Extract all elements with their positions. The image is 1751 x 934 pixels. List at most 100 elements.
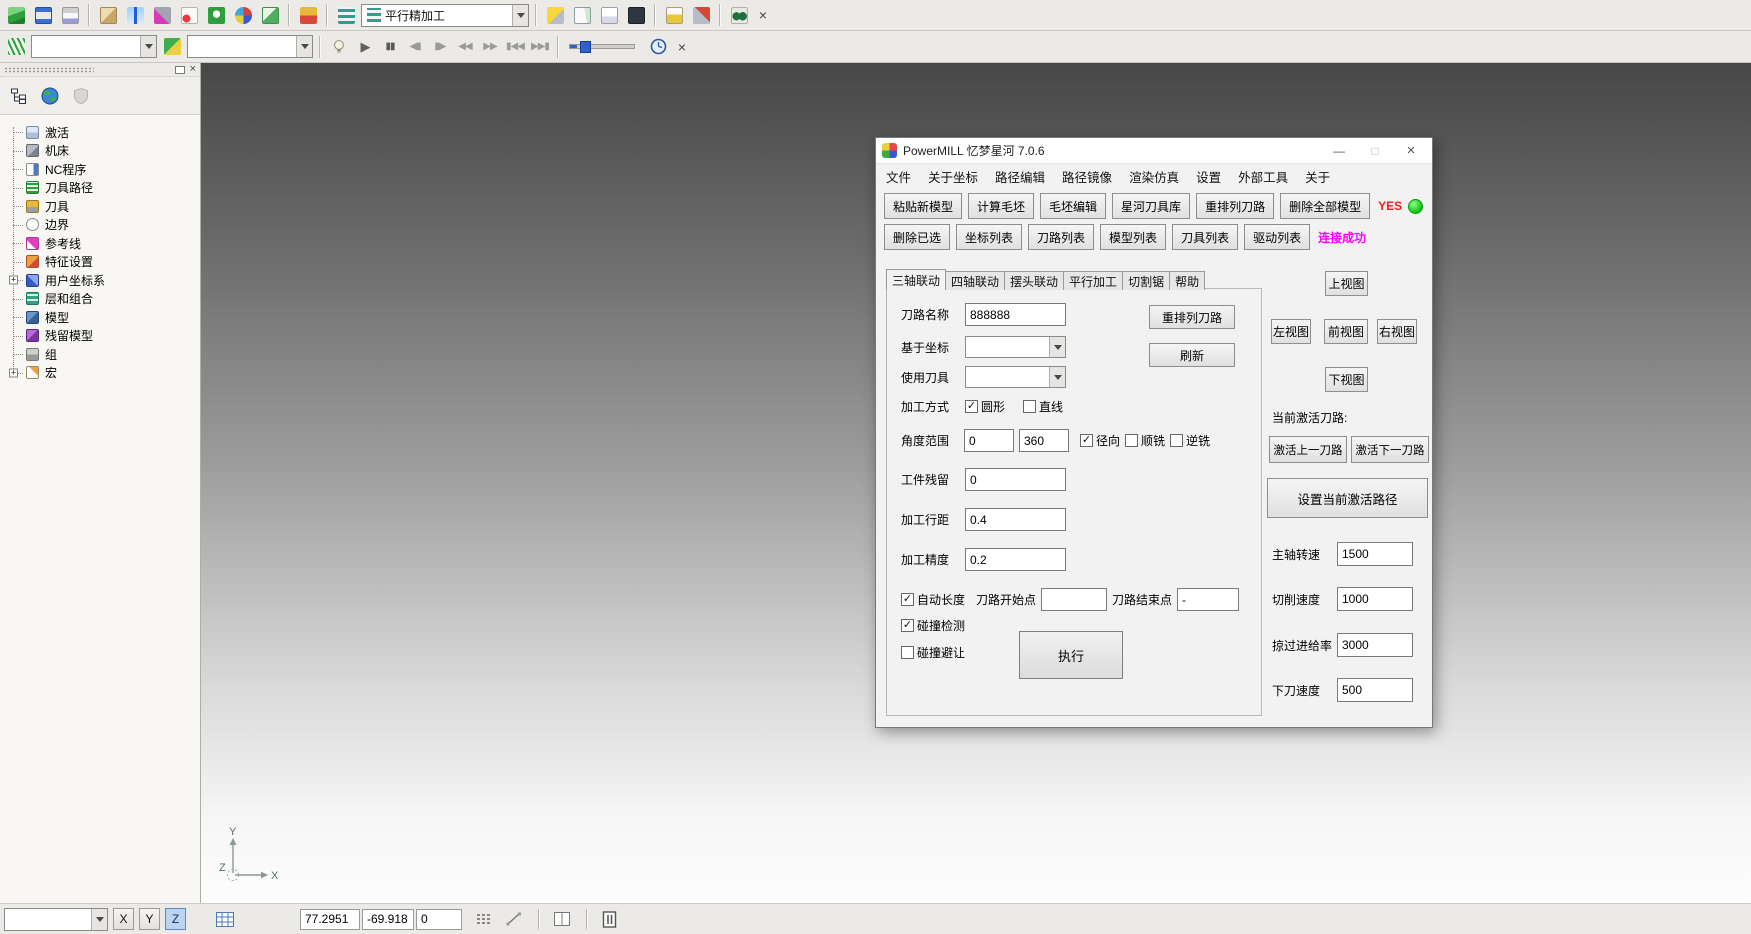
menu-about[interactable]: 关于 [1305, 167, 1330, 186]
tree-item-stock-models[interactable]: 残留模型 [0, 327, 200, 346]
monitor-icon[interactable] [602, 911, 617, 928]
tree-item-nc-programs[interactable]: NC程序 [0, 160, 200, 179]
delete-all-models-button[interactable]: 删除全部模型 [1280, 193, 1370, 219]
tree-item-tools[interactable]: 刀具 [0, 197, 200, 216]
status-dropdown[interactable] [4, 908, 108, 931]
line-checkbox[interactable] [1023, 400, 1036, 413]
clock-icon[interactable] [646, 35, 670, 59]
step-forward-button[interactable]: ▮▶ [429, 36, 451, 58]
rewind-button[interactable]: ◀◀ [454, 36, 476, 58]
radial-checkbox[interactable]: ✓ [1080, 434, 1093, 447]
tree-item-toolpaths[interactable]: 刀具路径 [0, 179, 200, 198]
base-coord-dropdown[interactable] [965, 336, 1066, 358]
slider-handle[interactable] [580, 41, 591, 53]
tree-item-models[interactable]: 模型 [0, 308, 200, 327]
simulation-speed-slider[interactable] [569, 44, 635, 49]
compass-icon[interactable] [231, 3, 255, 27]
plunge-speed-input[interactable] [1337, 678, 1413, 702]
activate-next-button[interactable]: 激活下一刀路 [1351, 436, 1429, 463]
toolpath-list-button[interactable]: 刀路列表 [1028, 224, 1094, 250]
axis-z-button[interactable]: Z [165, 908, 186, 930]
tolerance-input[interactable] [965, 548, 1066, 571]
calc-stock-button[interactable]: 计算毛坯 [968, 193, 1034, 219]
chevron-down-icon[interactable] [296, 36, 312, 57]
binoculars-icon[interactable] [727, 3, 751, 27]
model-list-button[interactable]: 模型列表 [1100, 224, 1166, 250]
tool-yellow-icon[interactable] [543, 3, 567, 27]
coord-x-field[interactable]: 77.2951 [300, 909, 360, 930]
toolpath-wave-icon[interactable] [4, 35, 28, 59]
go-to-start-button[interactable]: ▮◀◀ [504, 36, 526, 58]
menu-settings[interactable]: 设置 [1196, 167, 1221, 186]
chevron-down-icon[interactable] [140, 36, 156, 57]
toolpath-icon[interactable] [334, 3, 358, 27]
step-back-button[interactable]: ◀▮ [404, 36, 426, 58]
form-icon[interactable] [597, 3, 621, 27]
tree-item-macros[interactable]: +宏 [0, 364, 200, 383]
conventional-checkbox[interactable] [1170, 434, 1183, 447]
drag-grip[interactable] [4, 67, 94, 73]
end-point-input[interactable] [1177, 588, 1239, 611]
collision-check-checkbox[interactable]: ✓ [901, 619, 914, 632]
tab-parallel[interactable]: 平行加工 [1063, 271, 1123, 290]
chevron-down-icon[interactable] [1049, 337, 1065, 357]
tab-saw[interactable]: 切割锯 [1122, 271, 1170, 290]
collision-avoid-checkbox[interactable] [901, 646, 914, 659]
maximize-button[interactable]: □ [1360, 144, 1390, 158]
tree-item-activate[interactable]: 激活 [0, 123, 200, 142]
tool-magenta-icon[interactable] [150, 3, 174, 27]
tab-4axis[interactable]: 四轴联动 [945, 271, 1005, 290]
view-top-button[interactable]: 上视图 [1325, 271, 1368, 296]
calculator-icon[interactable] [624, 3, 648, 27]
layers-icon[interactable] [4, 3, 28, 27]
view-front-button[interactable]: 前视图 [1324, 319, 1368, 344]
tab-3axis[interactable]: 三轴联动 [886, 269, 946, 290]
sim-toolbar-close-button[interactable]: × [673, 39, 691, 55]
start-point-input[interactable] [1041, 588, 1107, 611]
activate-prev-button[interactable]: 激活上一刀路 [1269, 436, 1347, 463]
fast-forward-button[interactable]: ▶▶ [479, 36, 501, 58]
tree-item-feature-sets[interactable]: 特征设置 [0, 253, 200, 272]
tool-download-icon[interactable] [296, 3, 320, 27]
shield-icon[interactable] [67, 82, 95, 110]
tool-library-button[interactable]: 星河刀具库 [1112, 193, 1190, 219]
close-button[interactable]: × [1396, 142, 1426, 159]
menu-path-mirror[interactable]: 路径镜像 [1062, 167, 1112, 186]
chart-icon[interactable] [662, 3, 686, 27]
drive-list-button[interactable]: 驱动列表 [1244, 224, 1310, 250]
menu-render-sim[interactable]: 渲染仿真 [1129, 167, 1179, 186]
grid-icon[interactable] [212, 907, 238, 931]
path-icon[interactable] [160, 35, 184, 59]
tree-item-groups[interactable]: 组 [0, 345, 200, 364]
sim-tool-dropdown[interactable] [187, 35, 313, 58]
tree-item-boundaries[interactable]: 边界 [0, 216, 200, 235]
spindle-speed-input[interactable] [1337, 542, 1413, 566]
curve-icon[interactable] [177, 3, 201, 27]
paste-model-button[interactable]: 粘贴新模型 [884, 193, 962, 219]
stock-remain-input[interactable] [965, 468, 1066, 491]
tree-item-workplanes[interactable]: +用户坐标系 [0, 271, 200, 290]
tree-item-machine[interactable]: 机床 [0, 142, 200, 161]
lightbulb-icon[interactable] [327, 35, 351, 59]
angle-to-input[interactable] [1019, 429, 1069, 452]
set-active-path-button[interactable]: 设置当前激活路径 [1267, 478, 1428, 518]
view-right-button[interactable]: 右视图 [1377, 319, 1417, 344]
pane-layout-icon[interactable] [554, 912, 570, 926]
chevron-down-icon[interactable] [91, 909, 107, 930]
menu-path-edit[interactable]: 路径编辑 [995, 167, 1045, 186]
minimize-button[interactable]: — [1324, 144, 1354, 158]
pause-button[interactable]: ▮▮ [379, 36, 401, 58]
delete-selected-button[interactable]: 删除已选 [884, 224, 950, 250]
tree-view-icon[interactable] [5, 82, 33, 110]
chevron-down-icon[interactable] [512, 5, 528, 26]
tree-item-levels-and-sets[interactable]: 层和组合 [0, 290, 200, 309]
tab-swivel[interactable]: 摆头联动 [1004, 271, 1064, 290]
edit-stock-button[interactable]: 毛坯编辑 [1040, 193, 1106, 219]
rearrange-toolpaths-button[interactable]: 重排列刀路 [1196, 193, 1274, 219]
menu-coords[interactable]: 关于坐标 [928, 167, 978, 186]
menu-file[interactable]: 文件 [886, 167, 911, 186]
chevron-down-icon[interactable] [1049, 367, 1065, 387]
cutter-icon[interactable] [689, 3, 713, 27]
use-tool-dropdown[interactable] [965, 366, 1066, 388]
axis-y-button[interactable]: Y [139, 908, 160, 930]
